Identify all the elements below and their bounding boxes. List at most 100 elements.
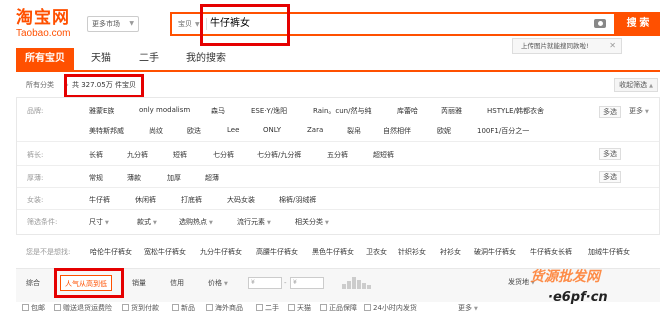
checkbox-label: 正品保障 [329,304,357,312]
tab-second-hand[interactable]: 二手 [126,48,172,70]
camera-icon[interactable] [594,19,606,28]
checkbox-more-button[interactable]: 更多 ▼ [458,302,478,315]
sort-sales[interactable]: 销量 [132,275,146,291]
watermark-url: ·e6pf·cn [548,290,608,305]
thickness-multi-select-button[interactable]: 多选 [599,171,621,183]
checkbox-24h-ship[interactable]: 24小时内发货 [364,302,417,314]
tab-my-search[interactable]: 我的搜索 [174,48,238,70]
checkbox-authentic[interactable]: 正品保障 [320,302,357,314]
length-item[interactable]: 七分裤/九分裤 [257,150,301,160]
brand-item[interactable]: Zara [307,126,323,134]
suggest-item[interactable]: 哈伦牛仔裤女 [90,242,132,262]
filter-label-thickness: 厚薄: [27,174,44,182]
search-button[interactable]: 搜 索 [616,12,660,36]
suggest-item[interactable]: 九分牛仔裤女 [200,242,242,262]
condition-dropdown[interactable]: 流行元素 ▼ [237,217,271,227]
length-item[interactable]: 超短裤 [373,150,394,160]
suggest-item[interactable]: 针织衫女 [398,242,426,262]
womens-item[interactable]: 打底裤 [181,195,202,205]
checkbox-icon [122,304,129,311]
brand-item[interactable]: 美特斯邦威 [89,126,124,136]
brand-item[interactable]: 自然相伴 [383,126,411,136]
sort-price[interactable]: 价格 ▼ [208,275,228,291]
taobao-logo[interactable]: 淘宝网 Taobao.com [16,8,84,40]
sort-default[interactable]: 综合 [26,275,40,291]
tab-all-items[interactable]: 所有宝贝 [16,48,74,70]
length-item[interactable]: 短裤 [173,150,187,160]
brand-more-button[interactable]: 更多 ▼ [629,106,649,116]
brand-item[interactable]: HSTYLE/韩都衣舍 [487,106,544,116]
suggest-item[interactable]: 破洞牛仔裤女 [474,242,516,262]
checkbox-return-insurance[interactable]: 赠送退货运费险 [54,302,112,314]
collapse-filters-button[interactable]: 收起筛选 ▲ [614,78,658,92]
checkbox-cod[interactable]: 货到付款 [122,302,159,314]
condition-dropdown[interactable]: 选购热点 ▼ [179,217,213,227]
tab-tmall[interactable]: 天猫 [78,48,124,70]
brand-item[interactable]: only modalism [139,106,190,114]
filter-label-length: 裤长: [27,151,44,159]
thickness-item[interactable]: 薄款 [127,173,141,183]
thickness-item[interactable]: 常规 [89,173,103,183]
sort-popularity[interactable]: 人气从高到低 [60,275,112,291]
condition-dropdown[interactable]: 相关分类 ▼ [295,217,329,227]
suggest-item[interactable]: 牛仔裤女长裤 [530,242,572,262]
brand-item[interactable]: Lee [227,126,239,134]
condition-dropdown[interactable]: 款式 ▼ [137,217,157,227]
suggest-item[interactable]: 高腰牛仔裤女 [256,242,298,262]
brand-item[interactable]: 森马 [211,106,225,116]
checkbox-label: 货到付款 [131,304,159,312]
checkbox-new[interactable]: 新品 [172,302,195,314]
brand-item[interactable]: 芮丽雅 [441,106,462,116]
length-item[interactable]: 九分裤 [127,150,148,160]
search-type-select[interactable]: 宝贝 ▼ [178,14,200,34]
breadcrumb-all-categories[interactable]: 所有分类 [26,77,54,93]
length-item[interactable]: 五分裤 [327,150,348,160]
brand-item[interactable]: 欧迭 [187,126,201,136]
brand-item[interactable]: Rain。cun/然与纯 [313,106,371,116]
brand-item[interactable]: 裂帛 [347,126,361,136]
filter-label-womens: 女装: [27,196,44,204]
brand-item[interactable]: 100F1/百分之一 [477,126,529,136]
checkbox-tmall[interactable]: 天猫 [288,302,311,314]
brand-item[interactable]: 欧妮 [437,126,451,136]
thickness-item[interactable]: 加厚 [167,173,181,183]
womens-item[interactable]: 牛仔裤 [89,195,110,205]
filter-row-length: 裤长: 长裤 九分裤 短裤 七分裤 七分裤/九分裤 五分裤 超短裤 多选 [17,142,659,166]
length-item[interactable]: 七分裤 [213,150,234,160]
filter-panel: 品牌: 雅蒙E族 only modalism 森马 ESE·Y/逸阳 Rain。… [16,97,660,235]
checkbox-free-shipping[interactable]: 包邮 [22,302,45,314]
price-min-input[interactable]: ¥ [248,277,282,289]
brand-item[interactable]: 尚纹 [149,126,163,136]
womens-item[interactable]: 大码女装 [227,195,255,205]
brand-item[interactable]: 库蕾哈 [397,106,418,116]
suggest-item[interactable]: 黑色牛仔裤女 [312,242,354,262]
brand-multi-select-button[interactable]: 多选 [599,106,621,118]
condition-label: 款式 [137,218,151,226]
chevron-down-icon: ▼ [105,220,109,226]
brand-item[interactable]: 雅蒙E族 [89,106,114,116]
brand-item[interactable]: ESE·Y/逸阳 [251,106,287,116]
condition-dropdown[interactable]: 尺寸 ▼ [89,217,109,227]
suggest-item[interactable]: 宽松牛仔裤女 [144,242,186,262]
checkbox-overseas[interactable]: 海外商品 [206,302,243,314]
checkbox-second-hand[interactable]: 二手 [256,302,279,314]
womens-item[interactable]: 休闲裤 [135,195,156,205]
condition-label: 相关分类 [295,218,323,226]
chevron-down-icon: ▼ [474,306,478,312]
search-input[interactable] [210,14,590,34]
womens-item[interactable]: 棉裤/羽绒裤 [279,195,316,205]
brand-item[interactable]: ONLY [263,126,281,134]
thickness-item[interactable]: 超薄 [205,173,219,183]
suggest-item[interactable]: 衬衫女 [440,242,461,262]
checkbox-icon [288,304,295,311]
length-item[interactable]: 长裤 [89,150,103,160]
condition-label: 尺寸 [89,218,103,226]
ship-from-label: 发货地 [508,278,529,286]
suggest-item[interactable]: 加绒牛仔裤女 [588,242,630,262]
price-range-chart-icon[interactable] [342,277,372,289]
price-max-input[interactable]: ¥ [290,277,324,289]
suggest-item[interactable]: 卫衣女 [366,242,387,262]
more-market-dropdown[interactable]: 更多市场 ▼ [87,16,139,32]
sort-credit[interactable]: 信用 [170,275,184,291]
length-multi-select-button[interactable]: 多选 [599,148,621,160]
